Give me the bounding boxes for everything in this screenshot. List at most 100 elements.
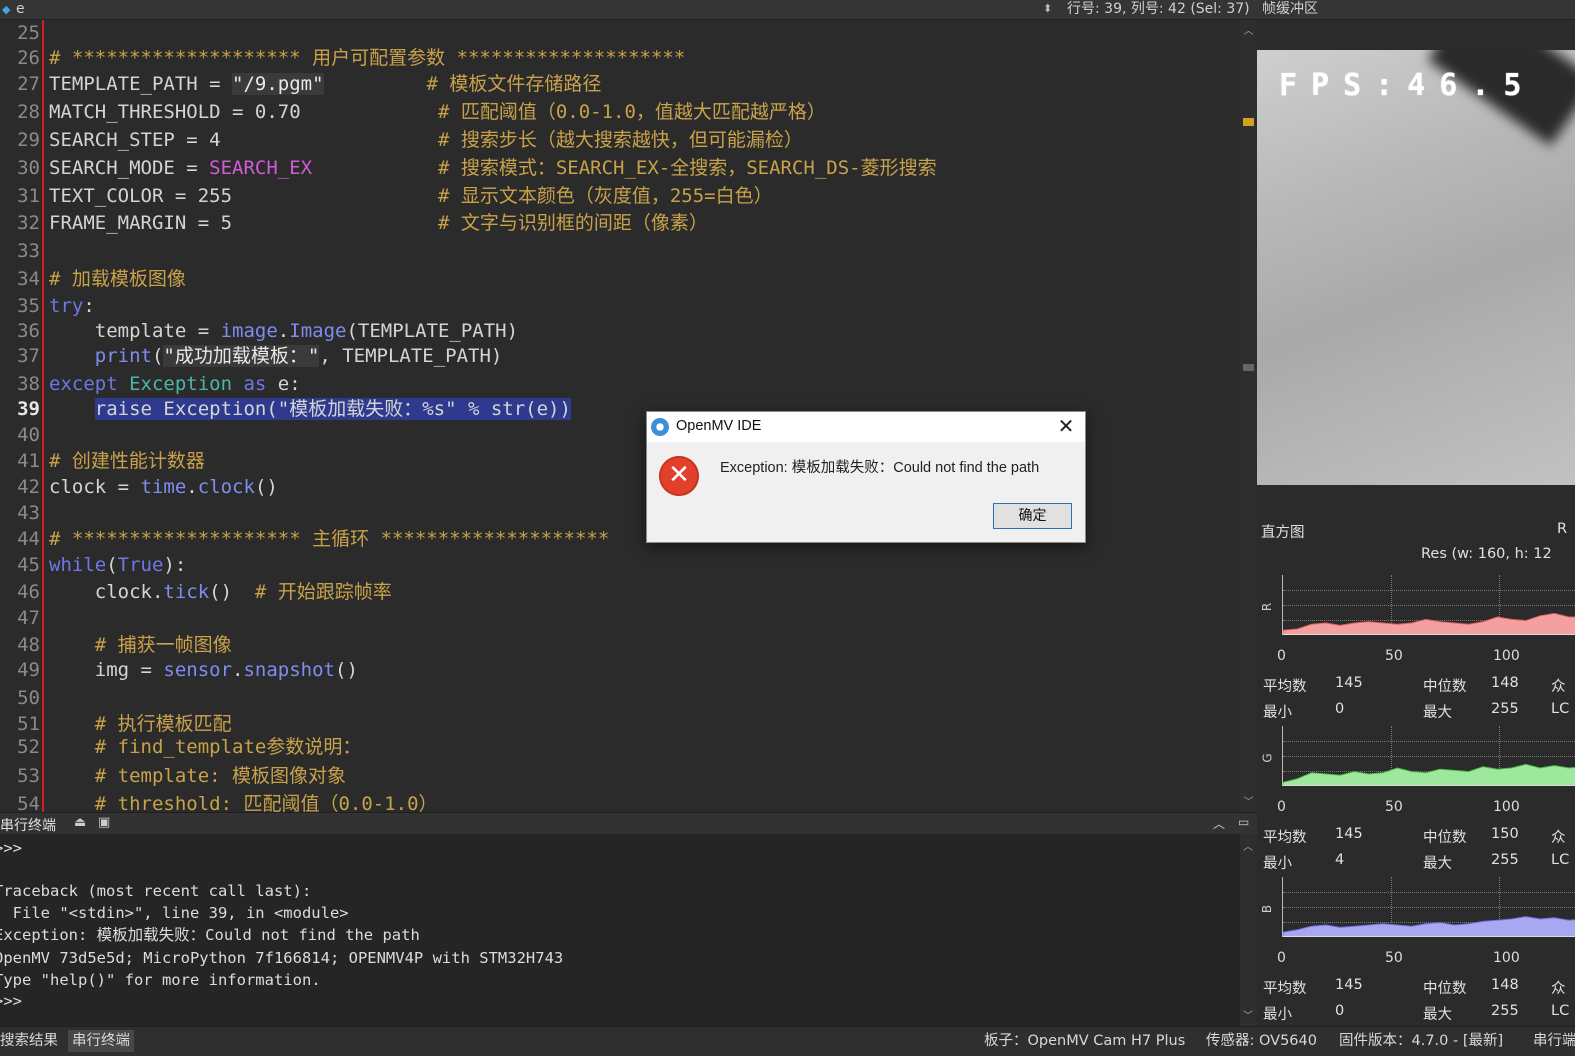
stat-mean: 145: [1335, 675, 1363, 691]
scroll-down-icon[interactable]: ﹀: [1243, 1007, 1253, 1022]
histogram-title: 直方图: [1261, 525, 1305, 541]
framebuffer-title: 帧缓冲区: [1262, 1, 1318, 17]
code-token: # threshold: 匹配阈值（0.0-1.0）: [94, 793, 438, 812]
line-number: 45: [17, 554, 40, 576]
axis-tick-label: 50: [1385, 799, 1403, 815]
scrollbar-thumb[interactable]: [1243, 364, 1254, 371]
axis-tick-label: 50: [1385, 950, 1403, 966]
stat-max-label: 最大: [1423, 705, 1452, 721]
histogram-plot: [1283, 612, 1575, 635]
histogram-plot: [1283, 763, 1575, 786]
float-icon[interactable]: ▭: [1238, 815, 1249, 829]
terminal-title: 串行终端: [0, 818, 56, 834]
firmware-info[interactable]: 固件版本：4.7.0 - [最新]: [1339, 1030, 1503, 1052]
ok-button[interactable]: 确定: [993, 503, 1072, 529]
code-text[interactable]: raise Exception("模板加载失败：%s" % str(e)): [49, 397, 571, 421]
board-info[interactable]: 板子：OpenMV Cam H7 Plus: [984, 1030, 1185, 1052]
line-number: 47: [17, 607, 40, 629]
code-token: image: [220, 320, 278, 342]
terminal-scrollbar[interactable]: ︿ ﹀: [1240, 834, 1257, 1026]
close-icon[interactable]: ✕: [1053, 414, 1079, 440]
code-text[interactable]: clock = time.clock(): [49, 475, 278, 499]
code-text[interactable]: # 创建性能计数器: [49, 449, 205, 473]
code-token: clock =: [49, 476, 141, 498]
code-text[interactable]: TEMPLATE_PATH = "/9.pgm" # 模板文件存储路径: [49, 72, 601, 96]
code-text[interactable]: # 捕获一帧图像: [49, 633, 232, 657]
code-token: Image: [289, 320, 347, 342]
file-tab[interactable]: e: [16, 0, 25, 18]
code-token: # 执行模板匹配: [94, 713, 232, 735]
axis-tick-label: 100: [1493, 799, 1520, 815]
code-text[interactable]: # threshold: 匹配阈值（0.0-1.0）: [49, 792, 438, 812]
code-token: # ******************** 用户可配置参数 *********…: [49, 47, 686, 69]
code-token: (: [151, 345, 164, 367]
code-text[interactable]: # template: 模板图像对象: [49, 764, 346, 788]
code-token: # 文字与识别框的间距（像素）: [437, 212, 708, 234]
code-token: except: [49, 373, 130, 395]
histogram-colorspace[interactable]: R: [1557, 521, 1567, 537]
dialog-titlebar[interactable]: OpenMV IDE ✕: [647, 412, 1085, 442]
tab-search-results[interactable]: 搜索结果: [0, 1030, 62, 1052]
code-text[interactable]: except Exception as e:: [49, 372, 301, 396]
upload-icon[interactable]: ⏏: [74, 815, 86, 830]
code-text[interactable]: SEARCH_MODE = SEARCH_EX # 搜索模式：SEARCH_EX…: [49, 156, 937, 180]
code-text[interactable]: # ******************** 用户可配置参数 *********…: [49, 46, 685, 70]
code-token: "成功加载模板：": [163, 345, 320, 367]
code-text[interactable]: MATCH_THRESHOLD = 0.70 # 匹配阈值（0.0-1.0，值越…: [49, 100, 826, 124]
line-number: 41: [17, 450, 40, 472]
code-text[interactable]: clock.tick() # 开始跟踪帧率: [49, 580, 392, 604]
code-text[interactable]: template = image.Image(TEMPLATE_PATH): [49, 319, 518, 343]
line-number: 39: [17, 398, 40, 420]
framebuffer-view[interactable]: FPS:46.5: [1257, 50, 1575, 485]
right-panel: FPS:46.5 直方图 R Res (w: 160, h: 12 R 0 50 10…: [1257, 20, 1575, 1026]
scroll-up-icon[interactable]: ︿: [1243, 838, 1253, 853]
code-token: .: [232, 659, 244, 681]
stat-median-label: 中位数: [1423, 830, 1467, 846]
serial-terminal[interactable]: >>> Traceback (most recent call last): Fi…: [0, 834, 1240, 1026]
code-text[interactable]: # ******************** 主循环 *************…: [49, 527, 609, 551]
line-number: 32: [17, 212, 40, 234]
code-token: # 模板文件存储路径: [426, 73, 602, 95]
code-text[interactable]: # find_template参数说明：: [49, 735, 362, 759]
code-token: .: [277, 320, 290, 342]
line-number: 42: [17, 476, 40, 498]
save-icon[interactable]: ▣: [98, 815, 110, 830]
openmv-logo-icon: [651, 418, 669, 436]
code-text[interactable]: try:: [49, 294, 95, 318]
line-number: 51: [17, 713, 40, 735]
collapse-icon[interactable]: ︿: [1213, 815, 1225, 832]
code-token: SEARCH_MODE =: [49, 157, 210, 179]
code-token: # ******************** 主循环 *************…: [49, 528, 610, 550]
code-text[interactable]: print("成功加载模板：", TEMPLATE_PATH): [49, 344, 502, 368]
code-token: # 匹配阈值（0.0-1.0，值越大匹配越严格）: [437, 101, 826, 123]
updown-arrows-icon[interactable]: ⬍: [1043, 1, 1052, 17]
code-text[interactable]: FRAME_MARGIN = 5 # 文字与识别框的间距（像素）: [49, 211, 708, 235]
code-text[interactable]: img = sensor.snapshot(): [49, 658, 358, 682]
histogram-area: [1283, 763, 1575, 786]
axis-tick-label: 0: [1277, 950, 1286, 966]
line-number: 43: [17, 502, 40, 524]
serial-port-info[interactable]: 串行端: [1533, 1030, 1575, 1052]
tab-serial-terminal[interactable]: 串行终端: [68, 1030, 134, 1052]
terminal-line: >>>: [0, 992, 22, 1010]
histogram-g: [1282, 726, 1575, 786]
code-text[interactable]: # 加载模板图像: [49, 267, 186, 291]
x-axis: [1283, 785, 1575, 786]
stat-min-label: 最小: [1263, 1007, 1292, 1023]
code-token: (TEMPLATE_PATH): [346, 320, 519, 342]
stat-median-label: 中位数: [1423, 981, 1467, 997]
line-number: 53: [17, 765, 40, 787]
stat-mode-label: 众: [1551, 981, 1566, 997]
editor-scrollbar[interactable]: ︿ ﹀: [1240, 20, 1257, 812]
scroll-up-icon[interactable]: ︿: [1243, 22, 1254, 37]
scroll-down-icon[interactable]: ﹀: [1243, 793, 1254, 808]
line-number: 50: [17, 687, 40, 709]
code-token: (): [254, 476, 278, 498]
code-text[interactable]: TEXT_COLOR = 255 # 显示文本颜色（灰度值，255=白色）: [49, 184, 773, 208]
code-text[interactable]: # 执行模板匹配: [49, 712, 232, 736]
code-text[interactable]: SEARCH_STEP = 4 # 搜索步长（越大搜索越快，但可能漏检）: [49, 128, 803, 152]
code-text[interactable]: while(True):: [49, 553, 186, 577]
stat-median-label: 中位数: [1423, 679, 1467, 695]
